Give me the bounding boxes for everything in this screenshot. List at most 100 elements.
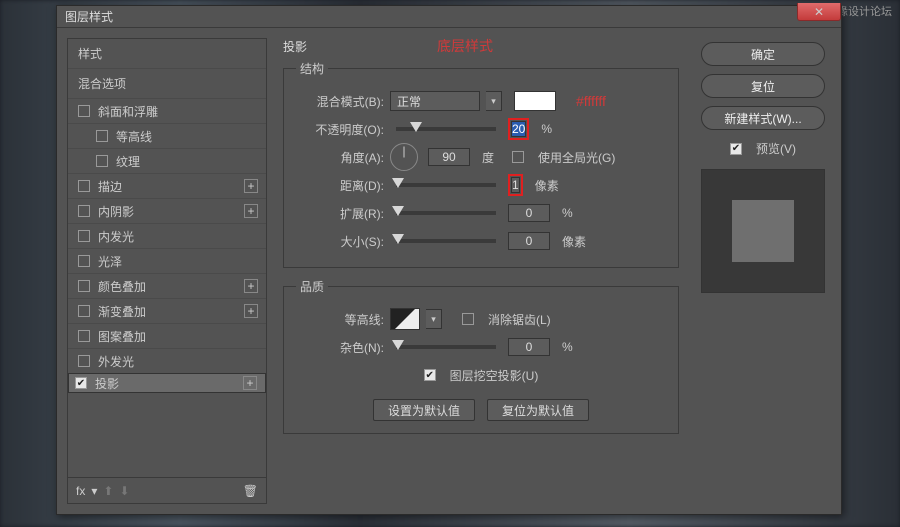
preview-box [701, 169, 825, 293]
slider-thumb-icon[interactable] [410, 122, 422, 132]
spread-input[interactable]: 0 [508, 204, 550, 222]
checkbox-icon[interactable] [78, 205, 90, 217]
spread-slider[interactable] [396, 211, 496, 215]
settings-panel: 投影 底层样式 结构 混合模式(B): 正常 ▾ #ffffff 不透明度(O)… [277, 38, 685, 504]
close-button[interactable]: ✕ [797, 3, 841, 21]
trash-icon[interactable]: 🗑 [243, 484, 258, 498]
style-label: 渐变叠加 [98, 303, 146, 320]
style-label: 等高线 [116, 128, 152, 145]
slider-thumb-icon[interactable] [392, 206, 404, 216]
opacity-label: 不透明度(O): [296, 121, 384, 138]
checkbox-icon[interactable] [78, 355, 90, 367]
style-contour[interactable]: 等高线 [68, 123, 266, 148]
knockout-checkbox[interactable]: ✔ [424, 369, 436, 381]
opacity-slider[interactable] [396, 127, 496, 131]
size-slider[interactable] [396, 239, 496, 243]
noise-slider[interactable] [396, 345, 496, 349]
contour-picker[interactable] [390, 308, 420, 330]
fx-icon[interactable]: fx [76, 484, 85, 498]
distance-label: 距离(D): [296, 177, 384, 194]
preview-checkbox[interactable]: ✔ [730, 143, 742, 155]
noise-input[interactable]: 0 [508, 338, 550, 356]
checkbox-icon[interactable] [78, 305, 90, 317]
noise-label: 杂色(N): [296, 339, 384, 356]
shadow-color-swatch[interactable] [514, 91, 556, 111]
group-structure-legend: 结构 [296, 60, 328, 77]
distance-unit: 像素 [535, 177, 559, 194]
dialog-window: 图层样式 ✕ 样式 混合选项 斜面和浮雕 等高线 纹理 描边+ 内阴影+ 内发光… [56, 5, 842, 515]
blend-mode-select[interactable]: 正常 [390, 91, 480, 111]
add-icon[interactable]: + [243, 376, 257, 390]
checkbox-icon[interactable] [96, 130, 108, 142]
checkbox-icon[interactable] [78, 180, 90, 192]
antialias-label: 消除锯齿(L) [488, 311, 551, 328]
annotation-highlight: 20 [508, 118, 529, 140]
angle-dial[interactable] [390, 143, 418, 171]
angle-input[interactable]: 90 [428, 148, 470, 166]
chevron-down-icon[interactable]: ▾ [486, 91, 502, 111]
checkbox-icon[interactable] [78, 230, 90, 242]
cancel-button[interactable]: 复位 [701, 74, 825, 98]
make-default-button[interactable]: 设置为默认值 [373, 399, 475, 421]
global-light-checkbox[interactable] [512, 151, 524, 163]
style-color-overlay[interactable]: 颜色叠加 + [68, 273, 266, 298]
style-satin[interactable]: 光泽 [68, 248, 266, 273]
arrow-up-icon[interactable]: ⬆ [103, 484, 113, 498]
annotation-hex: #ffffff [576, 93, 606, 109]
sidebar-header-styles[interactable]: 样式 [68, 39, 266, 68]
slider-thumb-icon[interactable] [392, 178, 404, 188]
style-inner-shadow[interactable]: 内阴影+ [68, 198, 266, 223]
checkbox-icon[interactable] [78, 330, 90, 342]
sidebar-footer: fx ▾ ⬆ ⬇ 🗑 [68, 477, 266, 503]
spread-label: 扩展(R): [296, 205, 384, 222]
ok-button[interactable]: 确定 [701, 42, 825, 66]
chevron-down-icon[interactable]: ▾ [91, 484, 97, 498]
contour-label: 等高线: [296, 311, 384, 328]
style-drop-shadow[interactable]: ✔投影+ [68, 373, 266, 393]
checkbox-icon[interactable] [78, 280, 90, 292]
opacity-unit: % [541, 122, 552, 136]
style-gradient-overlay[interactable]: 渐变叠加 + [68, 298, 266, 323]
opacity-input[interactable]: 20 [511, 121, 526, 137]
size-input[interactable]: 0 [508, 232, 550, 250]
style-label: 外发光 [98, 353, 134, 370]
antialias-checkbox[interactable] [462, 313, 474, 325]
style-texture[interactable]: 纹理 [68, 148, 266, 173]
reset-default-button[interactable]: 复位为默认值 [487, 399, 589, 421]
slider-thumb-icon[interactable] [392, 340, 404, 350]
annotation-highlight: 1 [508, 174, 523, 196]
style-label: 颜色叠加 [98, 278, 146, 295]
slider-thumb-icon[interactable] [392, 234, 404, 244]
checkbox-icon[interactable]: ✔ [75, 377, 87, 389]
preview-swatch [732, 200, 794, 262]
group-quality: 品质 等高线: ▾ 消除锯齿(L) 杂色(N): 0 % ✔ 图层挖空投影(U) [283, 278, 679, 434]
spread-unit: % [562, 206, 573, 220]
add-icon[interactable]: + [244, 179, 258, 193]
style-label: 纹理 [116, 153, 140, 170]
sidebar-header-blend[interactable]: 混合选项 [68, 68, 266, 98]
checkbox-icon[interactable] [96, 155, 108, 167]
chevron-down-icon[interactable]: ▾ [426, 309, 442, 329]
angle-unit: 度 [482, 149, 494, 166]
group-quality-legend: 品质 [296, 278, 328, 295]
global-light-label: 使用全局光(G) [538, 149, 615, 166]
group-structure: 结构 混合模式(B): 正常 ▾ #ffffff 不透明度(O): 20 % 角… [283, 60, 679, 268]
noise-unit: % [562, 340, 573, 354]
style-bevel-emboss[interactable]: 斜面和浮雕 [68, 98, 266, 123]
angle-label: 角度(A): [296, 149, 384, 166]
checkbox-icon[interactable] [78, 105, 90, 117]
distance-slider[interactable] [396, 183, 496, 187]
distance-input[interactable]: 1 [511, 177, 520, 193]
new-style-button[interactable]: 新建样式(W)... [701, 106, 825, 130]
style-label: 光泽 [98, 253, 122, 270]
checkbox-icon[interactable] [78, 255, 90, 267]
add-icon[interactable]: + [244, 304, 258, 318]
style-pattern-overlay[interactable]: 图案叠加 [68, 323, 266, 348]
style-inner-glow[interactable]: 内发光 [68, 223, 266, 248]
style-outer-glow[interactable]: 外发光 [68, 348, 266, 373]
arrow-down-icon[interactable]: ⬇ [119, 484, 129, 498]
add-icon[interactable]: + [244, 279, 258, 293]
style-stroke[interactable]: 描边+ [68, 173, 266, 198]
add-icon[interactable]: + [244, 204, 258, 218]
size-unit: 像素 [562, 233, 586, 250]
